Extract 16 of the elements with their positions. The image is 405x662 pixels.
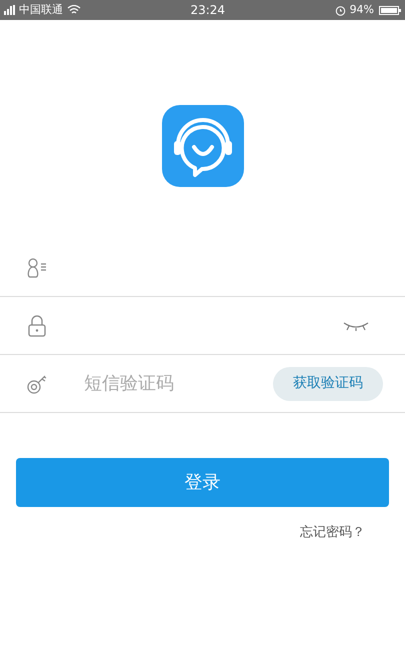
clock-time: 23:24 <box>190 2 226 19</box>
sms-code-field[interactable]: 短信验证码 <box>84 366 273 402</box>
alarm-icon <box>334 4 346 16</box>
forgot-password-link[interactable]: 忘记密码？ <box>300 523 365 542</box>
closed-eye-icon[interactable] <box>343 320 369 330</box>
carrier-name: 中国联通 <box>19 2 63 18</box>
wifi-icon <box>67 5 81 15</box>
signal-icon <box>4 5 16 15</box>
login-button[interactable]: 登录 <box>16 458 389 507</box>
key-icon <box>26 372 48 394</box>
lock-icon <box>28 314 46 336</box>
battery-percent: 94% <box>350 2 374 18</box>
battery-icon <box>379 6 402 14</box>
get-code-button[interactable]: 获取验证码 <box>273 366 383 400</box>
user-icon <box>26 256 48 278</box>
app-logo-icon <box>162 105 244 187</box>
